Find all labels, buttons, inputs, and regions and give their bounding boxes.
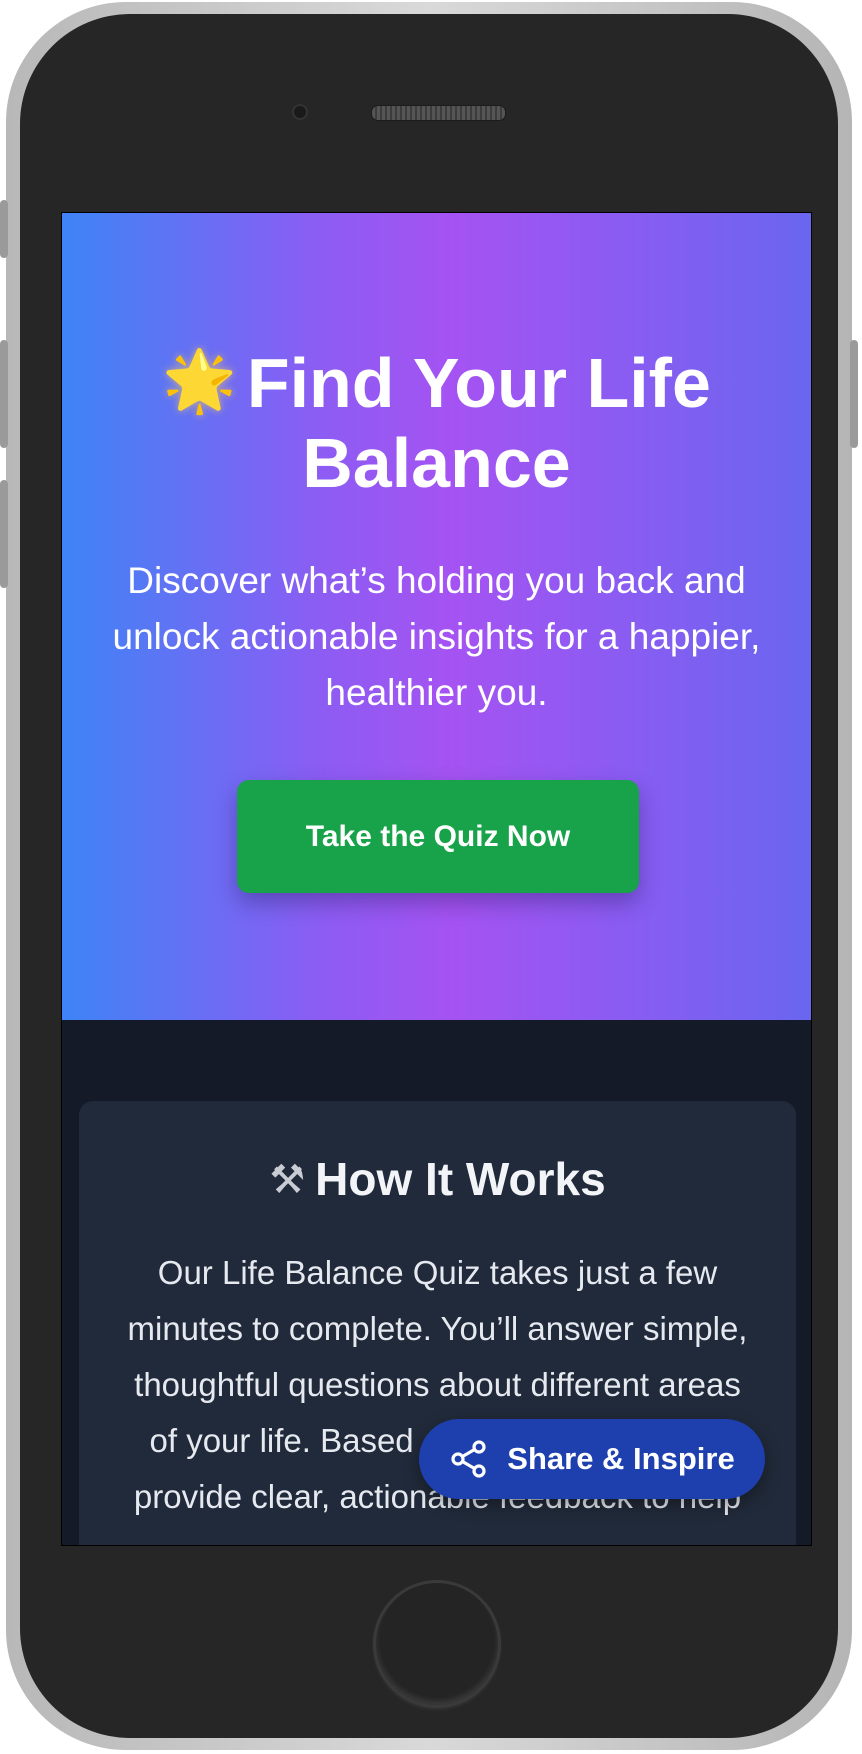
front-camera (292, 104, 308, 120)
how-it-works-title-text: How It Works (315, 1153, 606, 1205)
home-button[interactable] (373, 1580, 501, 1708)
how-it-works-title: ⚒ How It Works (79, 1151, 796, 1208)
share-icon (449, 1439, 489, 1479)
hero-title-text: Find Your Life Balance (246, 344, 711, 502)
glowing-star-icon: 🌟 (162, 347, 237, 414)
hero-title: 🌟 Find Your Life Balance (102, 341, 771, 503)
volume-up-button (0, 340, 8, 448)
volume-down-button (0, 480, 8, 588)
silent-switch (0, 200, 8, 258)
share-button-label: Share & Inspire (507, 1441, 735, 1476)
hero-subtitle: Discover what’s holding you back and unl… (112, 560, 761, 713)
share-inspire-button[interactable]: Share & Inspire (419, 1419, 765, 1499)
hammer-and-wrench-icon: ⚒ (269, 1158, 306, 1202)
phone-frame: 🌟 Find Your Life Balance Discover what’s … (0, 2, 858, 1750)
screen: 🌟 Find Your Life Balance Discover what’s … (61, 212, 812, 1546)
hero-section: 🌟 Find Your Life Balance Discover what’s … (62, 213, 811, 1020)
earpiece-speaker (371, 105, 506, 121)
power-button (850, 340, 858, 448)
take-quiz-button[interactable]: Take the Quiz Now (237, 780, 639, 893)
